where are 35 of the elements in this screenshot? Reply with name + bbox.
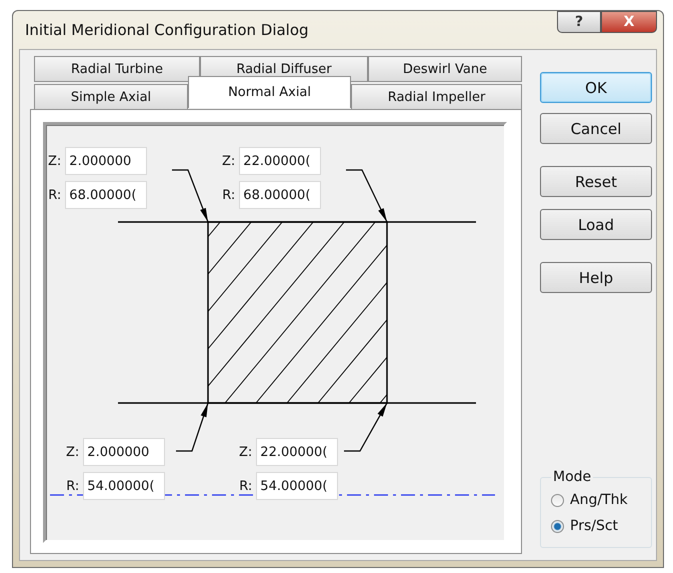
r-field[interactable]: 68.00000( [65,181,148,209]
dialog-button[interactable]: Cancel [540,113,652,144]
window-title: Initial Meridional Configuration Dialog [25,21,309,39]
leader-line [344,402,388,452]
z-field[interactable]: 2.000000 [65,147,148,175]
z-label: Z: [48,154,62,168]
dialog-button[interactable]: Reset [540,166,652,197]
r-field[interactable]: 54.00000( [83,472,166,500]
leader-line [172,169,209,222]
leader-line [176,402,209,452]
tab[interactable]: Radial Turbine [34,56,200,82]
dialog-button[interactable]: Load [540,209,652,240]
leader-line [346,169,388,222]
r-label: R: [48,188,62,202]
help-button[interactable]: ? [557,11,601,33]
r-field[interactable]: 54.00000( [256,472,338,500]
z-field[interactable]: 2.000000 [83,438,166,466]
tab[interactable]: Normal Axial [188,76,352,108]
group-title: Mode [552,469,592,485]
radio-option[interactable]: Prs/Sct [551,513,645,539]
dialog-button[interactable]: OK [540,72,652,103]
tab[interactable]: Deswirl Vane [368,56,522,82]
r-label: R: [66,478,80,494]
radio-option[interactable]: Ang/Thk [551,487,645,513]
r-label: R: [239,478,252,494]
z-label: Z: [222,154,236,168]
z-field[interactable]: 22.00000( [239,147,322,175]
dialog-button[interactable]: Help [540,262,652,293]
z-label: Z: [239,444,252,460]
tab[interactable]: Radial Impeller [351,84,522,110]
tab[interactable]: Simple Axial [34,84,188,110]
z-field[interactable]: 22.00000( [256,438,338,466]
r-field[interactable]: 68.00000( [239,181,322,209]
z-label: Z: [66,444,80,460]
r-label: R: [222,188,236,202]
